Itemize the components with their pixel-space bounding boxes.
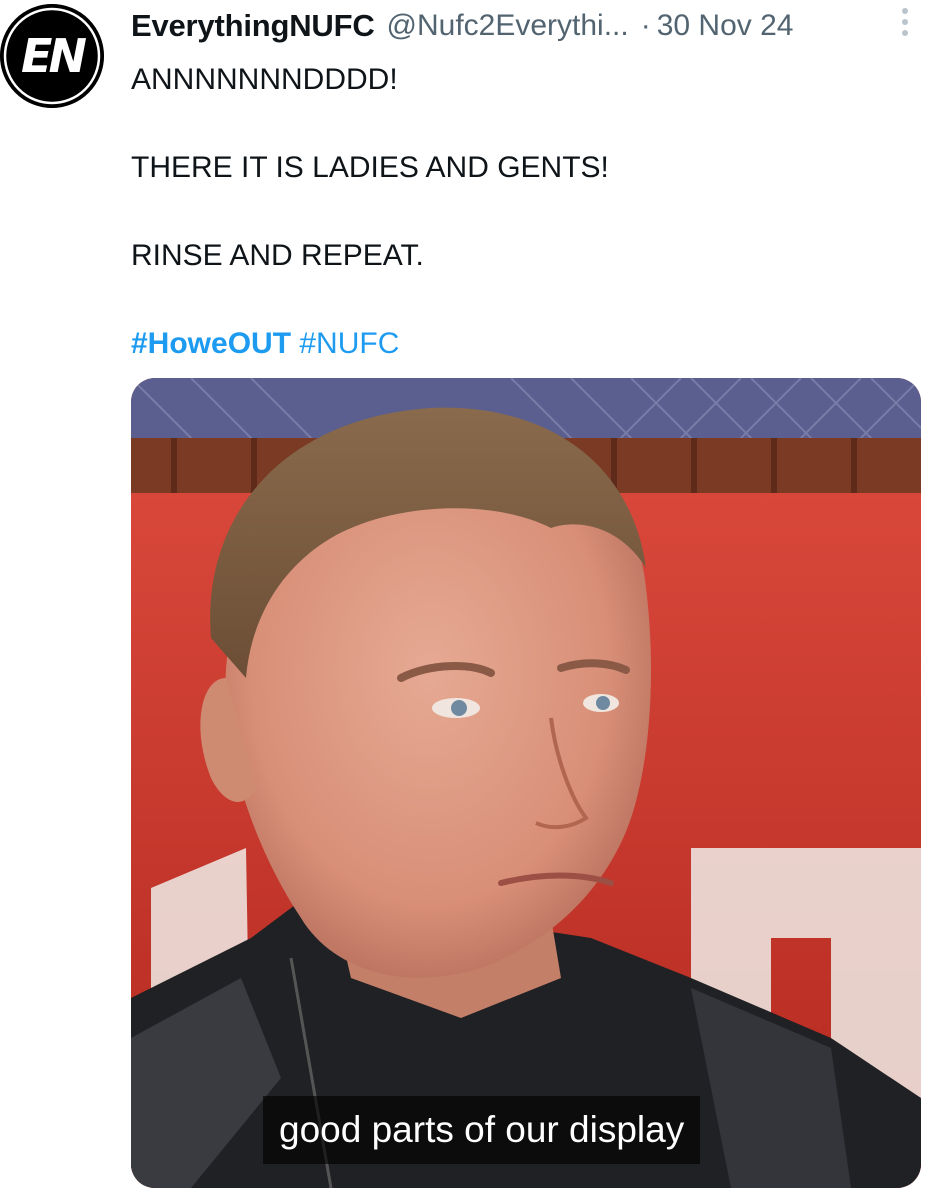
- more-options-icon[interactable]: [897, 8, 913, 48]
- hashtag-howeout[interactable]: #HoweOUT: [131, 327, 291, 360]
- tweet-line: RINSE AND REPEAT.: [131, 239, 424, 272]
- hashtag-row: #HoweOUT #NUFC: [131, 322, 921, 366]
- tweet-line: THERE IT IS LADIES AND GENTS!: [131, 151, 609, 184]
- en-logo-icon: EN: [0, 4, 104, 108]
- hashtag-nufc[interactable]: #NUFC: [299, 327, 399, 360]
- media-video[interactable]: good parts of our display: [131, 378, 921, 1188]
- tweet-header: EverythingNUFC @Nufc2Everythi... · 30 No…: [131, 4, 931, 48]
- tweet-text: ANNNNNNNDDDD! THERE IT IS LADIES AND GEN…: [131, 58, 921, 366]
- post-date[interactable]: 30 Nov 24: [657, 9, 794, 43]
- svg-text:EN: EN: [21, 29, 86, 83]
- tweet: EN EverythingNUFC @Nufc2Everythi... · 30…: [0, 0, 933, 1200]
- display-name[interactable]: EverythingNUFC: [131, 8, 375, 44]
- separator-dot: ·: [640, 9, 651, 42]
- tweet-line: ANNNNNNNDDDD!: [131, 63, 398, 96]
- user-handle[interactable]: @Nufc2Everythi...: [387, 9, 629, 43]
- video-caption: good parts of our display: [263, 1096, 701, 1164]
- avatar[interactable]: EN: [0, 4, 104, 108]
- video-still-image: [131, 378, 921, 1188]
